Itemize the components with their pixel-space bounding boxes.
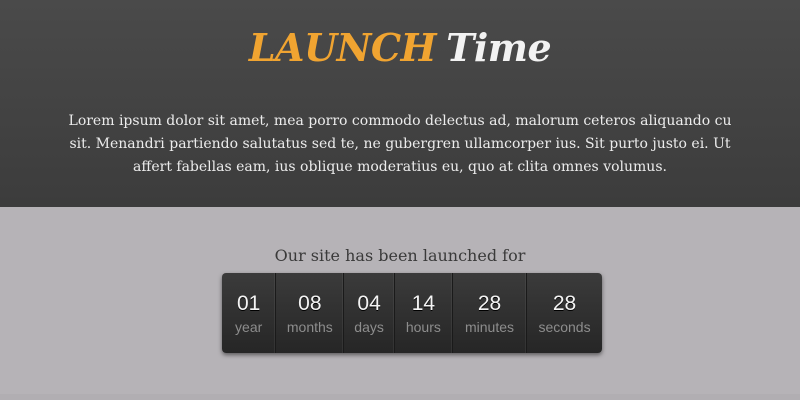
bottom-divider (0, 394, 800, 400)
countdown-timer: 01 year 08 months 04 days 14 hours 28 mi… (222, 273, 602, 353)
countdown-value-months: 08 (298, 292, 322, 315)
intro-text: Lorem ipsum dolor sit amet, mea porro co… (68, 113, 732, 175)
countdown-unit-year: 01 year (222, 273, 277, 353)
countdown-unit-hours: 14 hours (395, 273, 453, 353)
countdown-label-months: months (286, 319, 333, 335)
countdown-value-days: 04 (357, 292, 381, 315)
countdown-unit-months: 08 months (276, 273, 345, 353)
countdown-label-days: days (354, 319, 384, 335)
countdown-heading: Our site has been launched for (274, 246, 526, 265)
countdown-value-seconds: 28 (552, 292, 577, 315)
countdown-value-year: 01 (236, 292, 261, 315)
countdown-value-minutes: 28 (477, 292, 502, 315)
countdown-unit-seconds: 28 seconds (527, 273, 602, 353)
countdown-label-year: year (235, 319, 263, 335)
logo-word-time: Time (446, 25, 552, 70)
countdown-label-minutes: minutes (464, 319, 515, 335)
logo: LAUNCH Time (0, 26, 800, 70)
countdown-label-seconds: seconds (538, 319, 591, 335)
header: LAUNCH Time Lorem ipsum dolor sit amet, m… (0, 0, 800, 207)
countdown-unit-minutes: 28 minutes (453, 273, 528, 353)
countdown-label-hours: hours (405, 319, 441, 335)
countdown-value-hours: 14 (411, 292, 436, 315)
logo-word-launch: LAUNCH (248, 25, 437, 70)
countdown-unit-days: 04 days (344, 273, 395, 353)
